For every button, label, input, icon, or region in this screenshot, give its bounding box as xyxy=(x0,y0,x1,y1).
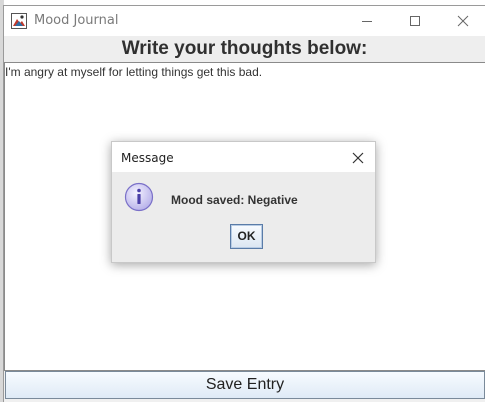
maximize-icon xyxy=(410,16,420,26)
info-icon xyxy=(124,182,154,212)
window-title: Mood Journal xyxy=(34,13,119,28)
close-icon xyxy=(457,15,469,27)
app-icon xyxy=(11,13,27,29)
close-icon[interactable] xyxy=(348,148,368,168)
dialog-title: Message xyxy=(121,151,174,165)
page-heading: Write your thoughts below: xyxy=(4,36,485,62)
dialog-title-bar[interactable]: Message xyxy=(112,142,375,172)
message-dialog: Message Mood saved: Negative OK xyxy=(111,141,376,263)
dialog-message: Mood saved: Negative xyxy=(171,193,298,207)
ok-button[interactable]: OK xyxy=(230,224,263,249)
journal-text: I'm angry at myself for letting things g… xyxy=(5,65,263,79)
title-bar[interactable]: Mood Journal xyxy=(4,6,485,36)
save-entry-button[interactable]: Save Entry xyxy=(5,371,485,399)
close-button[interactable] xyxy=(440,6,485,36)
minimize-button[interactable] xyxy=(344,6,390,36)
maximize-button[interactable] xyxy=(392,6,438,36)
minimize-icon xyxy=(362,21,372,22)
